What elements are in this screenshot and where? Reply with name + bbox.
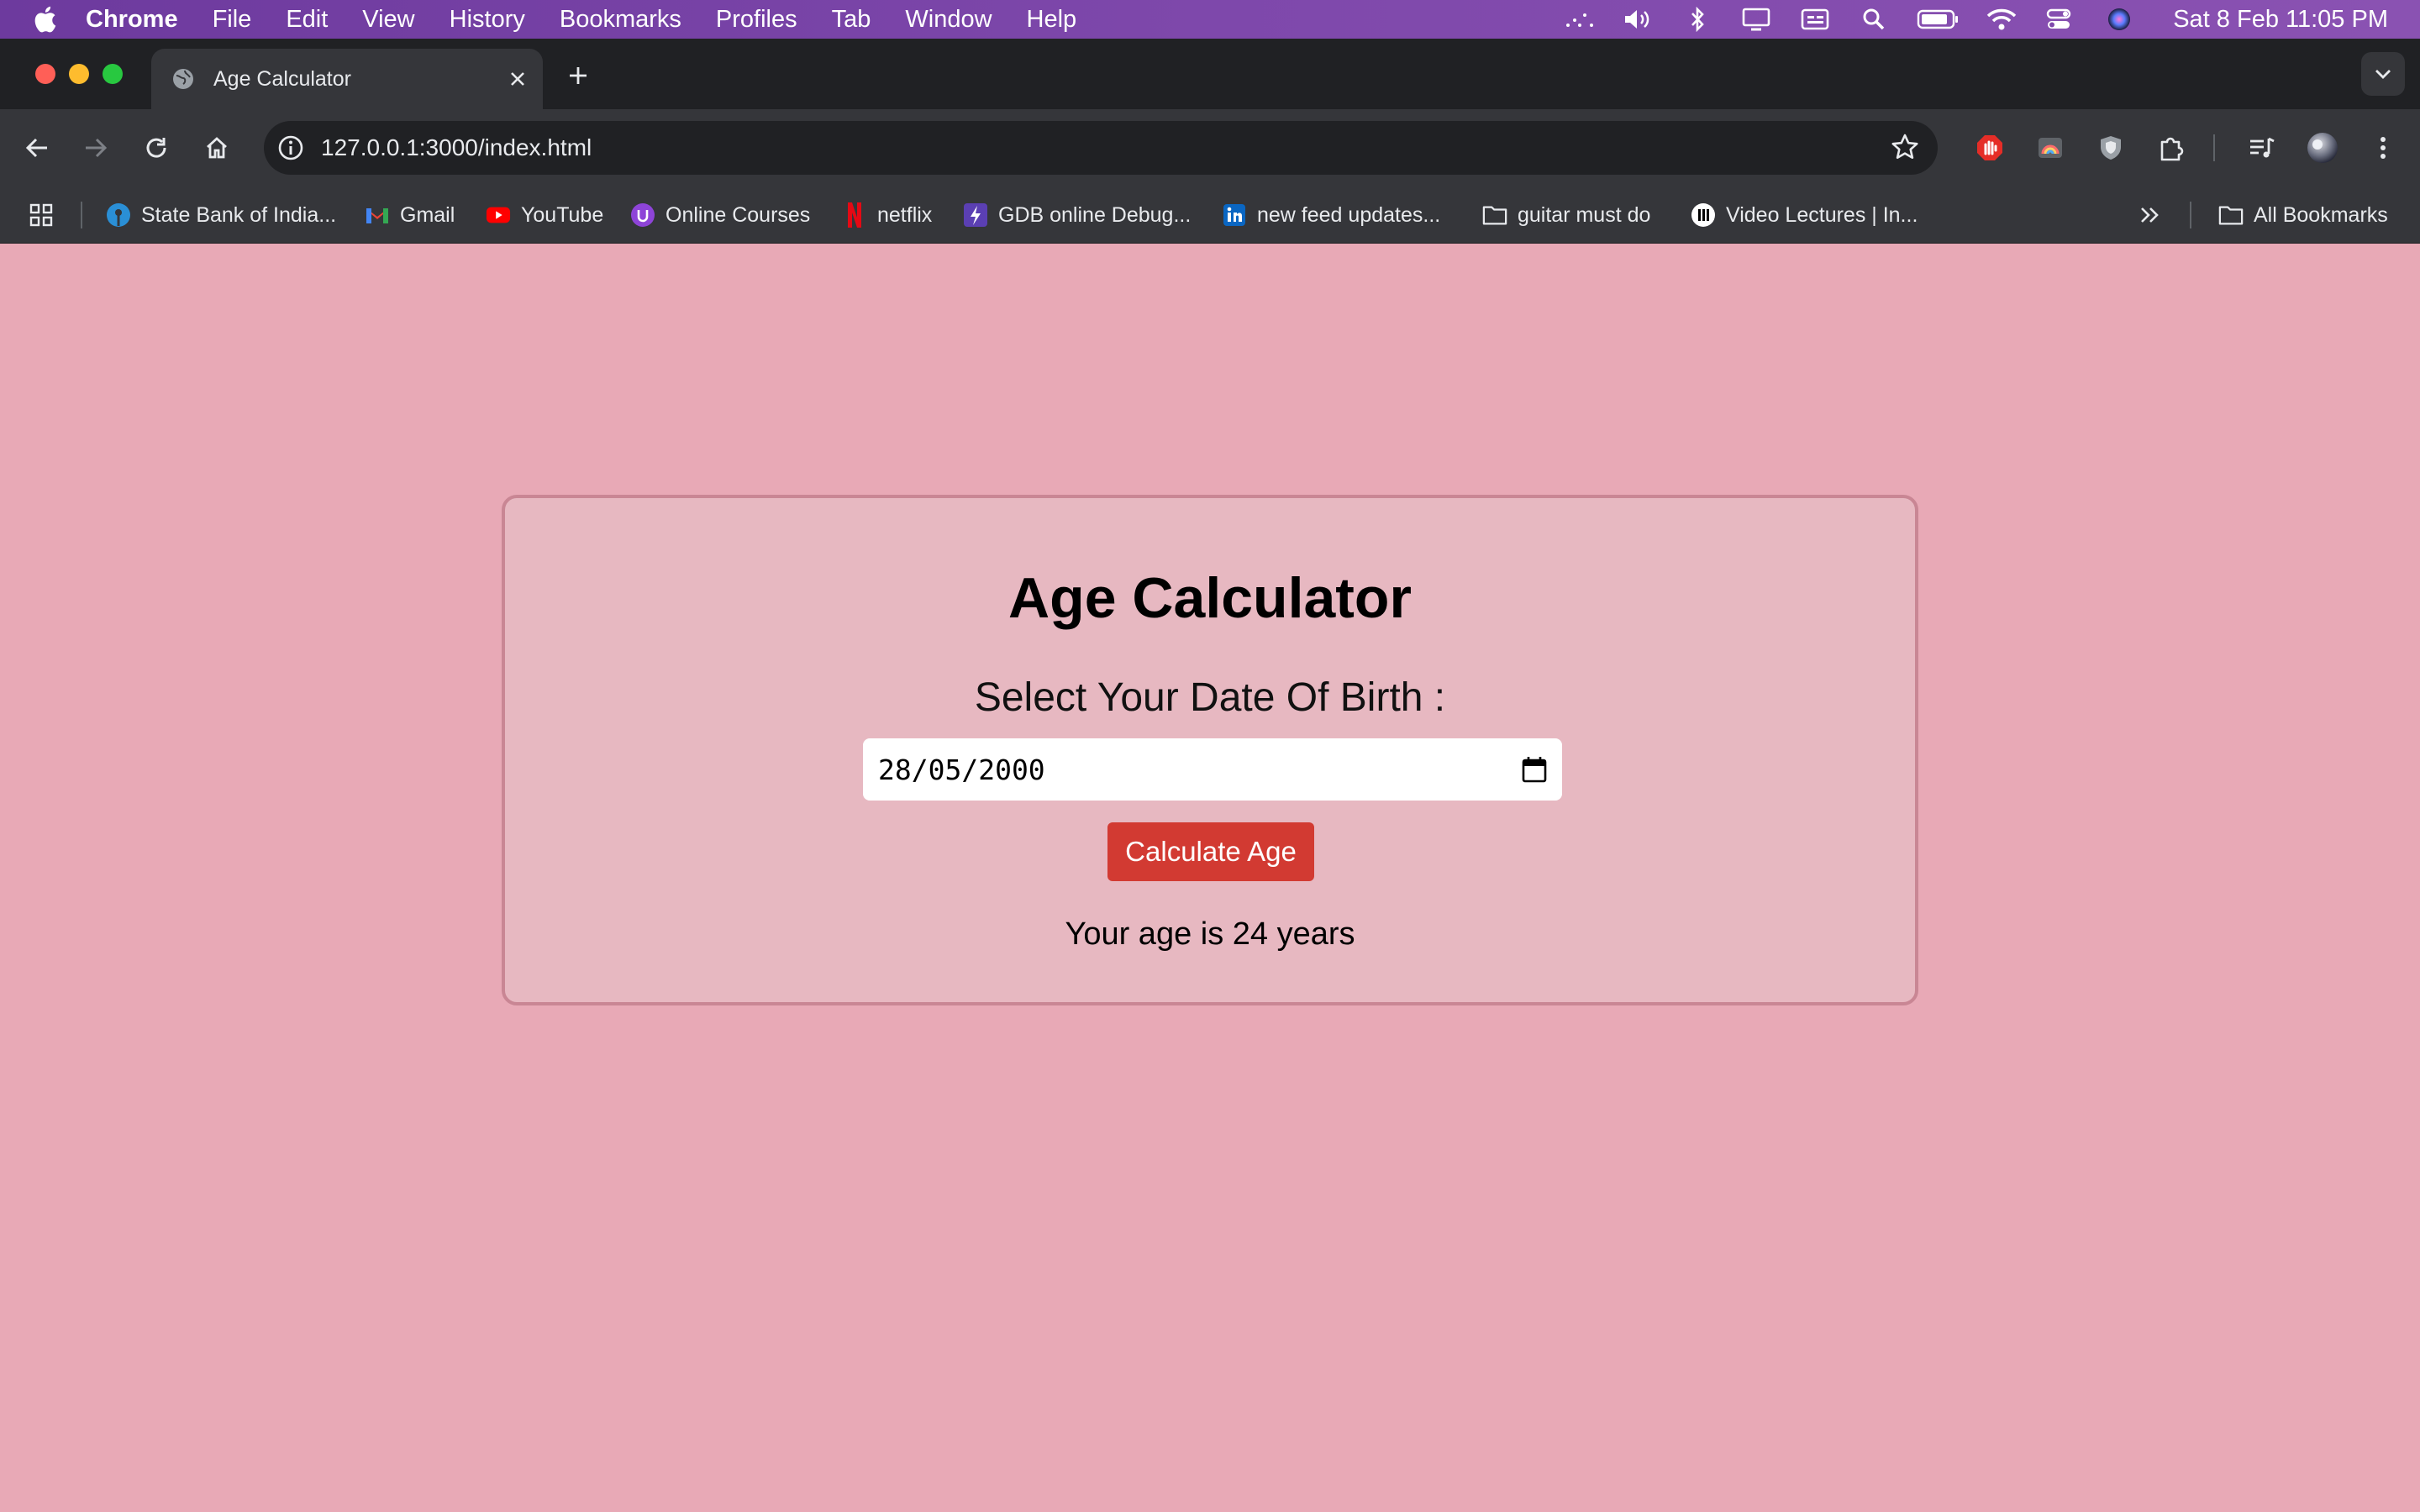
chrome-menu-icon[interactable] (2365, 129, 2402, 166)
bookmark-label: Video Lectures | In... (1726, 202, 1918, 227)
dob-value: 28/05/2000 (878, 753, 1045, 786)
bookmark-label: Gmail (400, 202, 455, 227)
tab-close-icon[interactable] (504, 66, 531, 92)
bookmark-video-lectures[interactable]: Video Lectures | In... (1691, 200, 1918, 230)
calculate-age-button[interactable]: Calculate Age (1107, 822, 1314, 881)
tab-title: Age Calculator (213, 66, 351, 91)
display-mirroring-icon[interactable] (1563, 7, 1597, 32)
bookmark-sbi[interactable]: State Bank of India... (106, 200, 336, 230)
wifi-icon[interactable] (1985, 7, 2018, 32)
gmail-icon (365, 202, 390, 228)
youtube-icon (486, 202, 511, 228)
dob-label: Select Your Date Of Birth : (974, 675, 1446, 720)
menu-help[interactable]: Help (1027, 6, 1077, 34)
netflix-icon (842, 202, 867, 228)
status-area: Sat 8 Feb 11:05 PM (1538, 0, 2388, 39)
menu-clock[interactable]: Sat 8 Feb 11:05 PM (2173, 6, 2388, 34)
bookmark-label: State Bank of India... (141, 202, 337, 227)
globe-icon (171, 67, 195, 91)
bookmark-youtube[interactable]: YouTube (486, 200, 603, 230)
bookmark-label: GDB online Debug... (998, 202, 1192, 227)
bookmark-folder-guitar[interactable]: guitar must do (1482, 200, 1650, 230)
battery-icon[interactable] (1916, 7, 1960, 32)
menu-chrome[interactable]: Chrome (86, 6, 178, 34)
age-result-text: Your age is 24 years (1065, 916, 1355, 952)
more-bookmarks-icon[interactable] (2139, 200, 2161, 230)
menu-window[interactable]: Window (905, 6, 992, 34)
window-zoom-button[interactable] (103, 64, 123, 84)
macos-menu-bar: Chrome File Edit View History Bookmarks … (0, 0, 2420, 39)
media-control-icon[interactable] (2244, 129, 2281, 166)
bookmark-star-icon[interactable] (1891, 133, 1919, 161)
bookmark-label: guitar must do (1518, 202, 1651, 227)
address-bar[interactable]: 127.0.0.1:3000/index.html (264, 121, 1938, 175)
apple-icon[interactable] (32, 5, 57, 34)
gdb-icon (963, 202, 988, 228)
folder-icon (2218, 202, 2244, 228)
window-close-button[interactable] (35, 64, 55, 84)
page-viewport: Age Calculator Select Your Date Of Birth… (0, 244, 2420, 1512)
screen-icon[interactable] (1739, 7, 1773, 32)
volume-icon[interactable] (1622, 7, 1655, 32)
adblock-extension-icon[interactable] (1971, 129, 2008, 166)
bookmark-online-courses[interactable]: Online Courses (630, 200, 810, 230)
browser-toolbar: 127.0.0.1:3000/index.html (0, 109, 2420, 186)
courses-icon (630, 202, 655, 228)
shield-extension-icon[interactable] (2092, 129, 2129, 166)
bookmark-label: netflix (877, 202, 933, 227)
sbi-icon (106, 202, 131, 228)
extensions-puzzle-icon[interactable] (2153, 129, 2190, 166)
page-title: Age Calculator (1008, 566, 1412, 630)
bookmark-gdb[interactable]: GDB online Debug... (963, 200, 1191, 230)
menu-history[interactable]: History (450, 6, 525, 34)
site-info-icon[interactable] (277, 134, 304, 161)
profile-avatar[interactable] (2304, 129, 2341, 166)
reload-icon[interactable] (138, 129, 175, 166)
home-icon[interactable] (198, 129, 235, 166)
all-bookmarks-button[interactable]: All Bookmarks (2218, 200, 2388, 230)
spotlight-icon[interactable] (1857, 7, 1891, 32)
bookmarks-bar: State Bank of India... Gmail YouTube Onl… (0, 186, 2420, 244)
control-center-icon[interactable] (2044, 7, 2077, 32)
menu-profiles[interactable]: Profiles (716, 6, 797, 34)
bookmark-gmail[interactable]: Gmail (365, 200, 455, 230)
forward-icon[interactable] (77, 129, 114, 166)
linkedin-icon (1222, 202, 1247, 228)
new-tab-icon[interactable] (563, 60, 593, 91)
menu-bookmarks[interactable]: Bookmarks (560, 6, 681, 34)
menu-file[interactable]: File (213, 6, 252, 34)
window-minimize-button[interactable] (69, 64, 89, 84)
age-calculator-card: Age Calculator Select Your Date Of Birth… (502, 495, 1918, 1005)
bookmark-linkedin[interactable]: new feed updates... (1222, 200, 1440, 230)
tab-search-icon[interactable] (2361, 52, 2405, 96)
all-bookmarks-label: All Bookmarks (2254, 202, 2388, 227)
bluetooth-icon[interactable] (1681, 7, 1714, 32)
bookmark-netflix[interactable]: netflix (842, 200, 932, 230)
toolbar-divider (2213, 134, 2215, 161)
tab-strip: Age Calculator (0, 39, 2420, 109)
menu-edit[interactable]: Edit (286, 6, 328, 34)
bookmarks-divider (81, 202, 82, 228)
bookmark-label: YouTube (521, 202, 604, 227)
dob-date-input[interactable]: 28/05/2000 (863, 738, 1562, 801)
input-icon[interactable] (1798, 7, 1832, 32)
apps-grid-icon[interactable] (29, 200, 54, 230)
bookmark-label: new feed updates... (1257, 202, 1441, 227)
folder-icon (1482, 202, 1507, 228)
calendar-icon[interactable] (1522, 756, 1547, 783)
bookmark-label: Online Courses (666, 202, 811, 227)
menu-view[interactable]: View (362, 6, 414, 34)
menu-tab[interactable]: Tab (832, 6, 871, 34)
url-text: 127.0.0.1:3000/index.html (321, 134, 592, 160)
back-icon[interactable] (18, 129, 55, 166)
siri-icon[interactable] (2102, 7, 2136, 32)
bookmarks-divider (2190, 202, 2191, 228)
lectures-icon (1691, 202, 1716, 228)
rainbow-extension-icon[interactable] (2032, 129, 2069, 166)
tab-age-calculator[interactable]: Age Calculator (151, 49, 543, 109)
